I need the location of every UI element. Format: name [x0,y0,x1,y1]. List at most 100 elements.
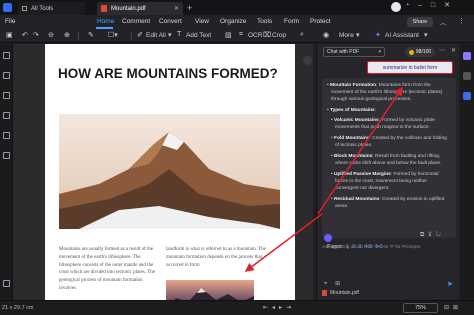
shape-icon[interactable]: ☐▾ [108,31,118,39]
user-prompt-bubble: summarize in bullet form [367,61,453,74]
search-panel-icon[interactable] [3,132,10,139]
right-rail [460,44,474,300]
token-count: 98/100 [415,49,432,55]
response-actions: ⧉⇪↻ [420,232,445,239]
ai-floating-icon[interactable] [303,56,312,65]
crop-icon: ⌧ [263,32,272,39]
body-text-column-2: landform is what is referred to as a mou… [166,247,266,268]
save-icon[interactable]: ▣ [6,31,13,39]
translate-icon[interactable] [463,92,471,100]
menu-organize[interactable]: Organize [220,18,246,25]
more-options-icon[interactable]: ⋯ [439,47,445,54]
prompt-library-icon[interactable]: ⊞ [335,281,340,287]
window-controls[interactable]: –□✕ [418,1,459,9]
pdf-file-icon [322,290,327,296]
user-avatar[interactable] [391,2,401,12]
answer-line: • Uplifted Passive Margins: Formed by ho… [331,172,439,177]
help-icon[interactable] [3,280,10,287]
chevron-down-icon[interactable]: ▾ [356,31,360,39]
answer-line: forces in the crust, movement being neit… [335,179,427,184]
app-logo-icon [3,3,12,12]
menu-comment[interactable]: Comment [122,18,150,25]
attached-file: Mountain.pdf [322,290,359,296]
token-counter: 98/100 [405,47,435,57]
ocr-icon: ⌗ [239,31,243,38]
more-options-icon[interactable]: ⋮ [458,17,465,25]
token-icon [408,49,414,55]
answer-line: • Residual Mountains: Created by erosion… [331,197,445,202]
chat-mode-select[interactable]: Chat with PDF ▾ [323,47,385,57]
left-sidebar [0,44,13,300]
page-size: 21 x 29.7 cm [2,305,34,311]
answer-line: • Types of Mountains: [327,108,377,113]
pdf-page[interactable]: HOW ARE MOUNTAINS FORMED? Mountains are … [45,44,295,300]
chat-mode-label: Chat with PDF [327,49,360,55]
zoom-out-icon[interactable]: ⊖ [48,31,54,39]
close-panel-icon[interactable]: ✕ [451,47,456,54]
answer-line: • Fold Mountains: Created by the collisi… [331,136,447,141]
menu-file[interactable]: File [5,18,15,25]
export-icon[interactable]: ⇪ [428,232,435,238]
refresh-icon[interactable]: ↻ [436,232,445,238]
crop-button[interactable]: Crop [272,32,286,39]
redo-icon[interactable]: ↷ [33,31,39,39]
new-tab-icon[interactable]: + [187,3,192,13]
zoom-level: 75% [414,305,426,311]
menu-form[interactable]: Form [284,18,299,25]
zoom-select[interactable]: 75% [403,303,438,313]
menu-protect[interactable]: Protect [310,18,331,25]
layers-icon[interactable] [3,152,10,159]
eye-icon[interactable]: ◉ [323,31,329,39]
thumbnails-icon[interactable] [3,52,10,59]
answer-line: areas. [335,204,349,209]
answer-line: • Block Mountains: Result from faulting … [331,154,441,159]
answer-line: through various geological processes. [331,97,412,102]
edit-all-button[interactable]: Edit All [146,32,166,39]
menu-tools[interactable]: Tools [257,18,272,25]
tab-all-tools[interactable]: All Tools [18,2,85,15]
close-tab-icon[interactable]: ✕ [174,5,179,12]
image-icon[interactable]: ▨ [225,31,232,39]
chat-input[interactable]: Ask anything about PDF. Press '#' for Pr… [322,244,456,278]
tab-mountain-pdf[interactable]: Mountain.pdf ✕ [97,2,183,15]
document-viewer[interactable]: HOW ARE MOUNTAINS FORMED? Mountains are … [13,44,313,300]
bookmark-icon[interactable] [3,72,10,79]
send-icon[interactable]: ➤ [447,280,453,288]
answer-line: of tectonic plates. [335,143,373,148]
properties-icon[interactable] [463,72,471,80]
chevron-down-icon[interactable]: ▾ [168,31,172,39]
attachment-icon[interactable] [3,112,10,119]
ai-chat-icon[interactable] [463,52,471,60]
location-pin-icon[interactable]: ⌖ [324,281,327,287]
undo-icon[interactable]: ↶ [22,31,28,39]
ocr-button[interactable]: OCR [248,32,262,39]
zoom-in-icon[interactable]: ⊕ [64,31,70,39]
toolbar-divider [131,32,132,40]
menu-bar: File Home Comment Convert View Organize … [0,15,474,29]
search-icon[interactable]: ⌕ [300,31,304,39]
ai-assistant-button[interactable]: AI Assistant [385,32,419,39]
add-text-button[interactable]: Add Text [186,32,211,39]
document-title: HOW ARE MOUNTAINS FORMED? [58,66,278,81]
chevron-down-icon[interactable]: ▾ [424,31,428,39]
toolbar-divider [78,32,79,40]
ai-assistant-icon: ✦ [375,32,381,39]
tab-label: Mountain.pdf [111,5,146,12]
notification-icon[interactable]: ◔ [405,2,409,9]
mountain-illustration [59,132,280,229]
ai-assistant-panel: Chat with PDF ▾ 98/100 ⋯ ✕ summarize in … [316,44,459,300]
menu-view[interactable]: View [195,18,209,25]
chevron-up-icon[interactable]: ︿ [440,18,446,27]
add-text-icon: T [177,31,182,38]
share-button[interactable]: Share [407,17,433,27]
highlight-icon[interactable]: ✎ [88,31,94,39]
menu-convert[interactable]: Convert [159,18,182,25]
sunset-illustration [174,288,254,300]
view-mode-icons[interactable]: ⊟⊠ [444,304,462,311]
menu-home[interactable]: Home [97,18,114,25]
comment-icon[interactable] [3,92,10,99]
ai-avatar-icon [324,234,332,242]
answer-line: where rocks shift above and below the fa… [335,161,442,166]
more-button[interactable]: More [339,32,354,39]
page-navigation[interactable]: ⇤◂▸⇥ [263,304,295,311]
